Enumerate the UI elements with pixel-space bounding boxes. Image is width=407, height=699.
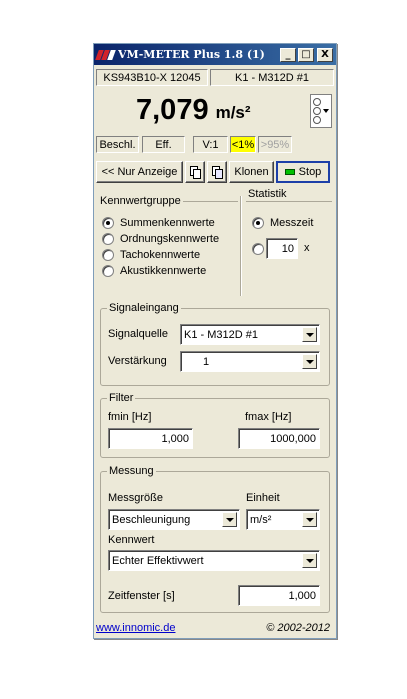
chevron-down-icon: [323, 109, 329, 113]
copyright-text: © 2002-2012: [266, 622, 330, 634]
radio-selected-icon: [102, 217, 114, 229]
messung-group: Messung Messgröße Einheit Beschleunigung…: [100, 465, 330, 613]
dropdown-button[interactable]: [302, 512, 317, 527]
radio-messzeit[interactable]: Messzeit: [252, 216, 313, 230]
verstaerkung-value: 1: [203, 355, 210, 368]
statistik-group: Statistik Messzeit 10 x: [246, 188, 332, 295]
einheit-value: m/s²: [250, 513, 272, 526]
einheit-select[interactable]: m/s²: [246, 509, 320, 530]
radio-label: Summenkennwerte: [120, 217, 215, 229]
fmin-input[interactable]: 1,000: [108, 428, 193, 449]
copy-all-button[interactable]: [207, 161, 227, 183]
channel-label: K1 - M312D #1: [210, 69, 334, 86]
toolbar: << Nur Anzeige Klonen Stop: [96, 161, 334, 183]
fmax-input[interactable]: 1000,000: [238, 428, 320, 449]
title-bar[interactable]: VM-METER Plus 1.8 (1) _ □ X: [94, 44, 336, 65]
dropdown-button[interactable]: [222, 512, 237, 527]
radio-label: Ordnungskennwerte: [120, 233, 220, 245]
fmin-label: fmin [Hz]: [108, 411, 152, 423]
header-row: KS943B10-X 12045 K1 - M312D #1: [96, 69, 334, 86]
signalquelle-label: Signalquelle: [108, 328, 168, 340]
einheit-label: Einheit: [246, 492, 280, 504]
zeitfenster-input[interactable]: 1,000: [238, 585, 320, 606]
stop-led-icon: [284, 169, 295, 175]
kennwert-select[interactable]: Echter Effektivwert: [108, 550, 320, 571]
minimize-button[interactable]: _: [280, 47, 296, 62]
chevron-down-icon: [225, 517, 234, 522]
radio-label: Akustikkennwerte: [120, 265, 207, 277]
chevron-down-icon: [305, 558, 314, 563]
radio-tachokennwerte[interactable]: Tachokennwerte: [102, 248, 200, 262]
value-display: 7,079 m/s²: [96, 88, 334, 132]
radio-icon: [102, 265, 114, 277]
status-quantity: Beschl.: [96, 136, 139, 153]
clone-button[interactable]: Klonen: [229, 161, 274, 183]
serial-label: KS943B10-X 12045: [96, 69, 208, 86]
signaleingang-legend: Signaleingang: [107, 302, 181, 315]
innomic-link[interactable]: www.innomic.de: [96, 622, 175, 634]
radio-label: Tachokennwerte: [120, 249, 201, 261]
radio-selected-icon: [252, 217, 264, 229]
fmax-label: fmax [Hz]: [245, 411, 292, 423]
status-range: V:1: [193, 136, 228, 153]
messgroesse-label: Messgröße: [108, 492, 164, 504]
messung-legend: Messung: [107, 465, 156, 478]
kennwert-value: Echter Effektivwert: [112, 554, 204, 567]
count-input[interactable]: 10: [266, 238, 298, 259]
status-overload: >95%: [258, 136, 292, 153]
radio-icon: [102, 249, 114, 261]
filter-legend: Filter: [107, 392, 136, 405]
dropdown-button[interactable]: [302, 553, 317, 568]
verstaerkung-select[interactable]: 1: [180, 351, 320, 372]
window-title: VM-METER Plus 1.8 (1): [118, 48, 265, 61]
kennwertgruppe-group: Kennwertgruppe Summenkennwerte Ordnungsk…: [98, 195, 238, 295]
status-row: Beschl. Eff. V:1 <1% >95%: [96, 136, 334, 153]
chevron-down-icon: [305, 359, 314, 364]
copy-all-icon: [211, 165, 223, 179]
zeitfenster-label: Zeitfenster [s]: [108, 590, 175, 602]
status-warning: <1%: [230, 136, 256, 153]
copy-button[interactable]: [185, 161, 205, 183]
messgroesse-value: Beschleunigung: [112, 513, 191, 526]
count-suffix: x: [304, 242, 310, 254]
radio-akustikkennwerte[interactable]: Akustikkennwerte: [102, 264, 206, 278]
verstaerkung-label: Verstärkung: [108, 355, 167, 367]
chevron-down-icon: [305, 517, 314, 522]
kennwert-label: Kennwert: [108, 534, 155, 546]
stop-label: Stop: [298, 166, 322, 178]
display-options-button[interactable]: [310, 94, 332, 128]
group-separator: [240, 196, 242, 296]
dropdown-button[interactable]: [302, 354, 317, 369]
radio-summenkennwerte[interactable]: Summenkennwerte: [102, 216, 215, 230]
radio-icon: [252, 243, 264, 255]
close-button[interactable]: X: [317, 47, 333, 62]
signalquelle-select[interactable]: K1 - M312D #1: [180, 324, 320, 345]
display-only-button[interactable]: << Nur Anzeige: [96, 161, 183, 183]
measured-value: 7,079: [136, 93, 209, 126]
signal-rings-icon: [313, 98, 321, 124]
copy-icon: [189, 165, 201, 179]
dropdown-button[interactable]: [302, 327, 317, 342]
measured-unit: m/s²: [215, 103, 251, 122]
filter-group: Filter fmin [Hz] 1,000 fmax [Hz] 1000,00…: [100, 392, 330, 458]
kennwertgruppe-legend: Kennwertgruppe: [98, 195, 183, 208]
stop-button[interactable]: Stop: [276, 161, 330, 183]
radio-icon: [102, 233, 114, 245]
signaleingang-group: Signaleingang Signalquelle K1 - M312D #1…: [100, 302, 330, 386]
messgroesse-select[interactable]: Beschleunigung: [108, 509, 240, 530]
vm-meter-window: VM-METER Plus 1.8 (1) _ □ X KS943B10-X 1…: [93, 43, 337, 639]
radio-label: Messzeit: [270, 217, 314, 229]
innomic-logo-icon: [95, 49, 116, 60]
signalquelle-value: K1 - M312D #1: [184, 328, 258, 341]
chevron-down-icon: [305, 332, 314, 337]
status-mode: Eff.: [142, 136, 185, 153]
statistik-legend: Statistik: [246, 188, 289, 201]
radio-ordnungskennwerte[interactable]: Ordnungskennwerte: [102, 232, 219, 246]
maximize-button[interactable]: □: [298, 47, 314, 62]
